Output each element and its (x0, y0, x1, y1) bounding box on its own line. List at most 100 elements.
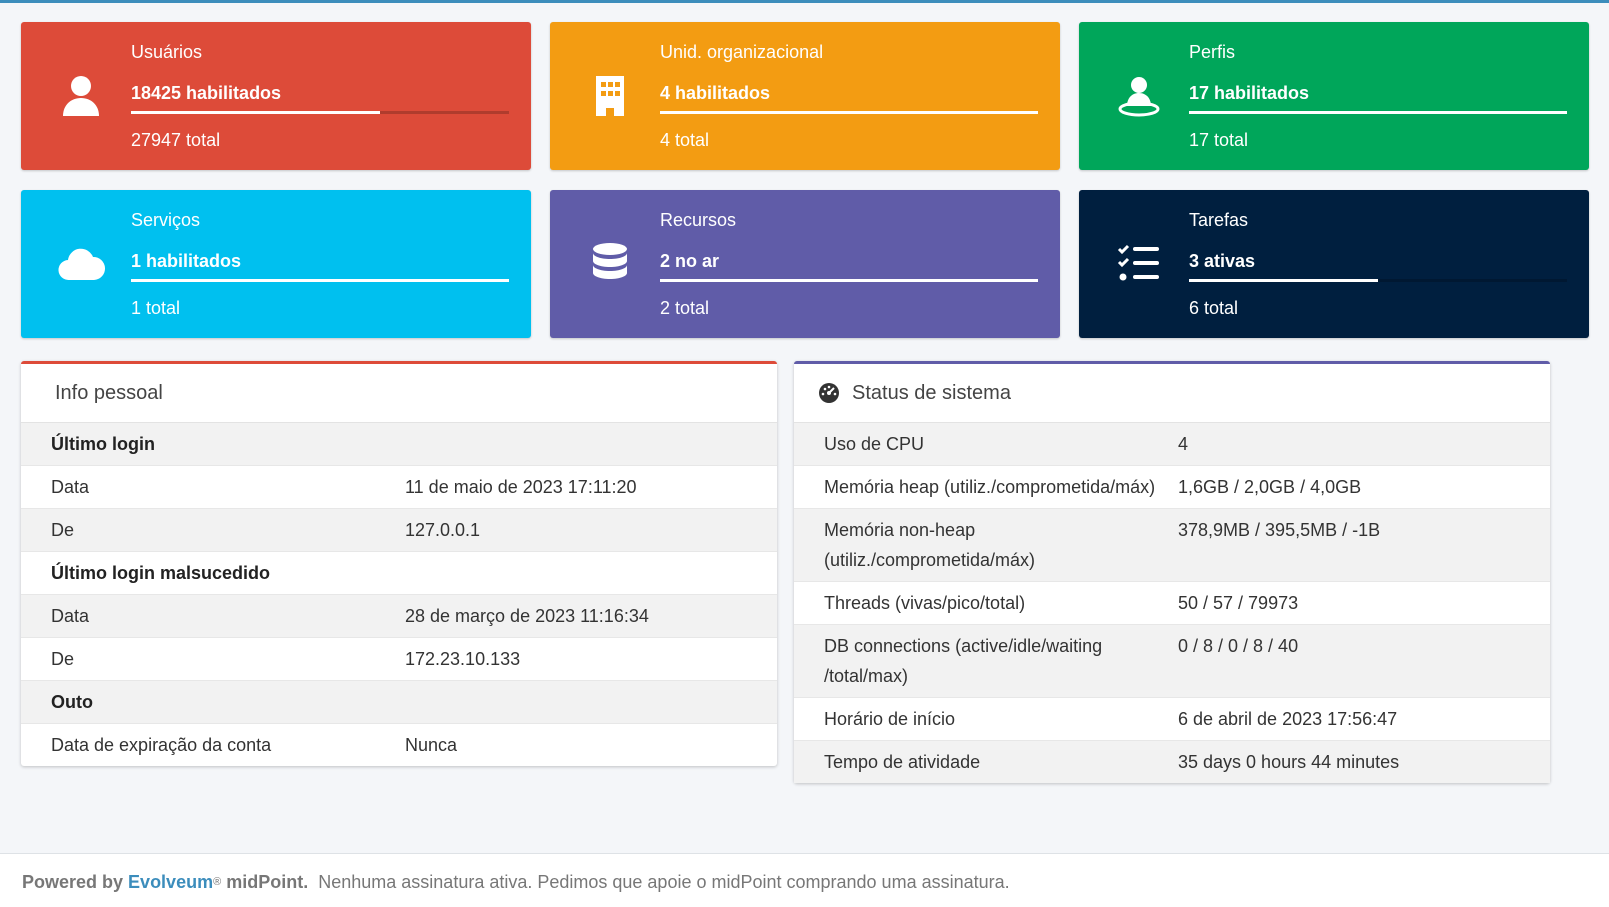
table-row: De 172.23.10.133 (21, 638, 777, 681)
personal-info-table: Último login Data 11 de maio de 2023 17:11… (21, 423, 777, 766)
user-icon (55, 70, 107, 122)
system-status-table: Uso de CPU 4 Memória heap (utiliz./comprom… (794, 423, 1550, 783)
info-box-total: 6 total (1189, 298, 1239, 318)
system-status-panel: Status de sistema Uso de CPU 4 Memória hea… (794, 361, 1550, 783)
building-icon (584, 70, 636, 122)
panel-title: Info pessoal (55, 381, 163, 404)
product-name: midPoint. (226, 871, 309, 892)
info-box-title: Perfis (1189, 42, 1236, 62)
row-label: Data (51, 477, 90, 497)
progress-fill (1189, 111, 1567, 114)
info-box-count: 1 habilitados (131, 251, 242, 271)
task-list-icon (1113, 238, 1165, 290)
table-row: Memória heap (utiliz./comprometida/máx) 1… (794, 466, 1550, 509)
progress-bar (660, 111, 1038, 114)
role-icon (1113, 70, 1165, 122)
row-value: 4 (1178, 434, 1189, 454)
table-row: Tempo de atividade 35 days 0 hours 44 min… (794, 741, 1550, 783)
powered-by-text: Powered by (22, 871, 124, 892)
row-label: Horário de início (824, 709, 956, 729)
table-row: Data de expiração da conta Nunca (21, 724, 777, 766)
table-row: Data 11 de maio de 2023 17:11:20 (21, 466, 777, 509)
progress-fill (131, 279, 509, 282)
table-row: DB connections (active/idle/waiting /tot… (794, 625, 1550, 698)
row-label: Threads (vivas/pico/total) (824, 593, 1026, 613)
row-value: 6 de abril de 2023 17:56:47 (1178, 709, 1398, 729)
progress-bar (1189, 279, 1567, 282)
database-icon (584, 238, 636, 290)
section-header-row: Último login (21, 423, 777, 466)
row-value: 0 / 8 / 0 / 8 / 40 (1178, 636, 1299, 656)
section-header-row: Outo (21, 681, 777, 724)
info-box-total: 4 total (660, 130, 710, 150)
row-value: 172.23.10.133 (405, 649, 521, 669)
evolveum-link[interactable]: Evolveum (128, 872, 213, 893)
panel-title: Status de sistema (852, 381, 1011, 404)
panel-header: Info pessoal (21, 364, 777, 423)
personal-info-panel: Info pessoal Último login Data 11 de maio … (21, 361, 777, 766)
info-box-title: Usuários (131, 42, 203, 62)
section-header-row: Último login malsucedido (21, 552, 777, 595)
row-label: DB connections (active/idle/waiting /tot… (824, 636, 1103, 686)
progress-fill (660, 111, 1038, 114)
info-box-total: 17 total (1189, 130, 1249, 150)
table-row: Memória non-heap (utiliz./comprometida/m… (794, 509, 1550, 582)
info-box-count: 2 no ar (660, 251, 720, 271)
info-box-title: Tarefas (1189, 210, 1249, 230)
progress-bar (131, 279, 509, 282)
dashboard-gauge-icon (819, 383, 839, 403)
panel-header: Status de sistema (794, 364, 1550, 423)
row-label: De (51, 649, 75, 669)
info-box-count: 18425 habilitados (131, 83, 282, 103)
info-box-roles[interactable]: Perfis 17 habilitados 17 total (1079, 22, 1589, 170)
registered-mark: ® (213, 876, 222, 888)
progress-bar (131, 111, 509, 114)
table-row: Uso de CPU 4 (794, 423, 1550, 466)
info-box-count: 17 habilitados (1189, 83, 1310, 103)
info-box-services[interactable]: Serviços 1 habilitados 1 total (21, 190, 531, 338)
progress-fill (1189, 279, 1378, 282)
row-label: Último login malsucedido (51, 563, 271, 583)
row-value: 1,6GB / 2,0GB / 4,0GB (1178, 477, 1362, 497)
row-value: 378,9MB / 395,5MB / -1B (1178, 520, 1381, 540)
row-label: Outo (51, 692, 93, 712)
row-value: 35 days 0 hours 44 minutes (1178, 752, 1400, 772)
footer: Powered by Evolveum ® midPoint. Nenhuma a… (0, 853, 1609, 907)
row-label: De (51, 520, 75, 540)
info-box-total: 1 total (131, 298, 181, 318)
row-label: Último login (51, 434, 155, 454)
table-row: De 127.0.0.1 (21, 509, 777, 552)
row-label: Memória non-heap (utiliz./comprometida/m… (824, 520, 1036, 570)
table-row: Threads (vivas/pico/total) 50 / 57 / 7997… (794, 582, 1550, 625)
table-row: Horário de início 6 de abril de 2023 17:5… (794, 698, 1550, 741)
row-value (405, 558, 777, 588)
info-box-grid: Usuários 18425 habilitados 27947 total U… (21, 22, 1591, 338)
row-value: 11 de maio de 2023 17:11:20 (405, 477, 637, 497)
info-box-users[interactable]: Usuários 18425 habilitados 27947 total (21, 22, 531, 170)
progress-bar (660, 279, 1038, 282)
progress-bar (1189, 111, 1567, 114)
info-box-tasks[interactable]: Tarefas 3 ativas 6 total (1079, 190, 1589, 338)
row-value (405, 429, 777, 459)
info-box-count: 4 habilitados (660, 83, 771, 103)
progress-fill (660, 279, 1038, 282)
progress-fill (131, 111, 381, 114)
row-value (405, 687, 777, 717)
info-box-title: Recursos (660, 210, 737, 230)
info-box-total: 27947 total (131, 130, 221, 150)
row-value: 28 de março de 2023 11:16:34 (405, 606, 649, 626)
row-value: Nunca (405, 735, 458, 755)
info-box-org-units[interactable]: Unid. organizacional 4 habilitados 4 tot… (550, 22, 1060, 170)
row-label: Uso de CPU (824, 434, 925, 454)
info-box-count: 3 ativas (1189, 251, 1256, 271)
info-box-resources[interactable]: Recursos 2 no ar 2 total (550, 190, 1060, 338)
info-box-title: Unid. organizacional (660, 42, 824, 62)
row-value: 127.0.0.1 (405, 520, 481, 540)
info-box-total: 2 total (660, 298, 710, 318)
row-label: Data (51, 606, 90, 626)
row-label: Tempo de atividade (824, 752, 981, 772)
row-label: Memória heap (utiliz./comprometida/máx) (824, 477, 1156, 497)
subscription-message: Nenhuma assinatura ativa. Pedimos que ap… (318, 871, 1010, 892)
row-value: 50 / 57 / 79973 (1178, 593, 1299, 613)
table-row: Data 28 de março de 2023 11:16:34 (21, 595, 777, 638)
